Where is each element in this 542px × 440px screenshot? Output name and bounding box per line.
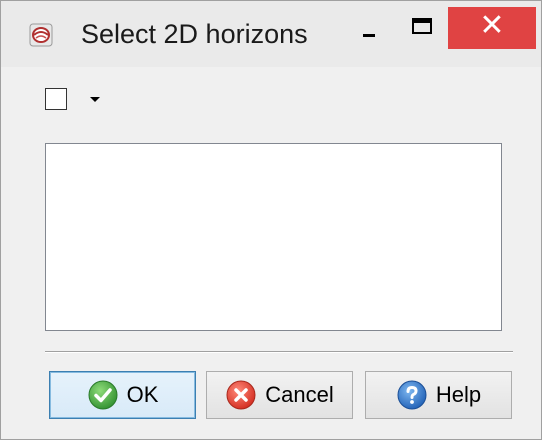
close-icon: ✕ — [479, 8, 505, 43]
close-button[interactable]: ✕ — [448, 7, 536, 49]
cancel-label: Cancel — [265, 382, 334, 407]
dialog-window: Select 2D horizons ✕ OK Cancel Help — [0, 0, 542, 440]
horizons-list[interactable] — [45, 143, 502, 331]
minimize-button[interactable] — [346, 7, 390, 49]
separator — [45, 351, 513, 353]
checkmark-icon — [88, 380, 118, 410]
maximize-icon — [412, 18, 432, 34]
triangle-down-icon[interactable] — [90, 97, 100, 102]
title-bar[interactable]: Select 2D horizons ✕ — [1, 1, 541, 67]
minimize-icon — [363, 34, 375, 37]
question-icon — [397, 380, 427, 410]
select-all-checkbox[interactable] — [45, 88, 67, 110]
ok-label: OK — [126, 382, 159, 407]
window-title: Select 2D horizons — [81, 19, 308, 49]
dialog-content: OK Cancel Help — [1, 67, 541, 439]
cancel-button[interactable]: Cancel — [206, 371, 353, 419]
help-button[interactable]: Help — [365, 371, 512, 419]
maximize-button[interactable] — [399, 7, 443, 49]
close-circle-icon — [226, 380, 256, 410]
ok-button[interactable]: OK — [49, 371, 196, 419]
help-label: Help — [435, 382, 482, 407]
app-icon — [29, 23, 53, 47]
